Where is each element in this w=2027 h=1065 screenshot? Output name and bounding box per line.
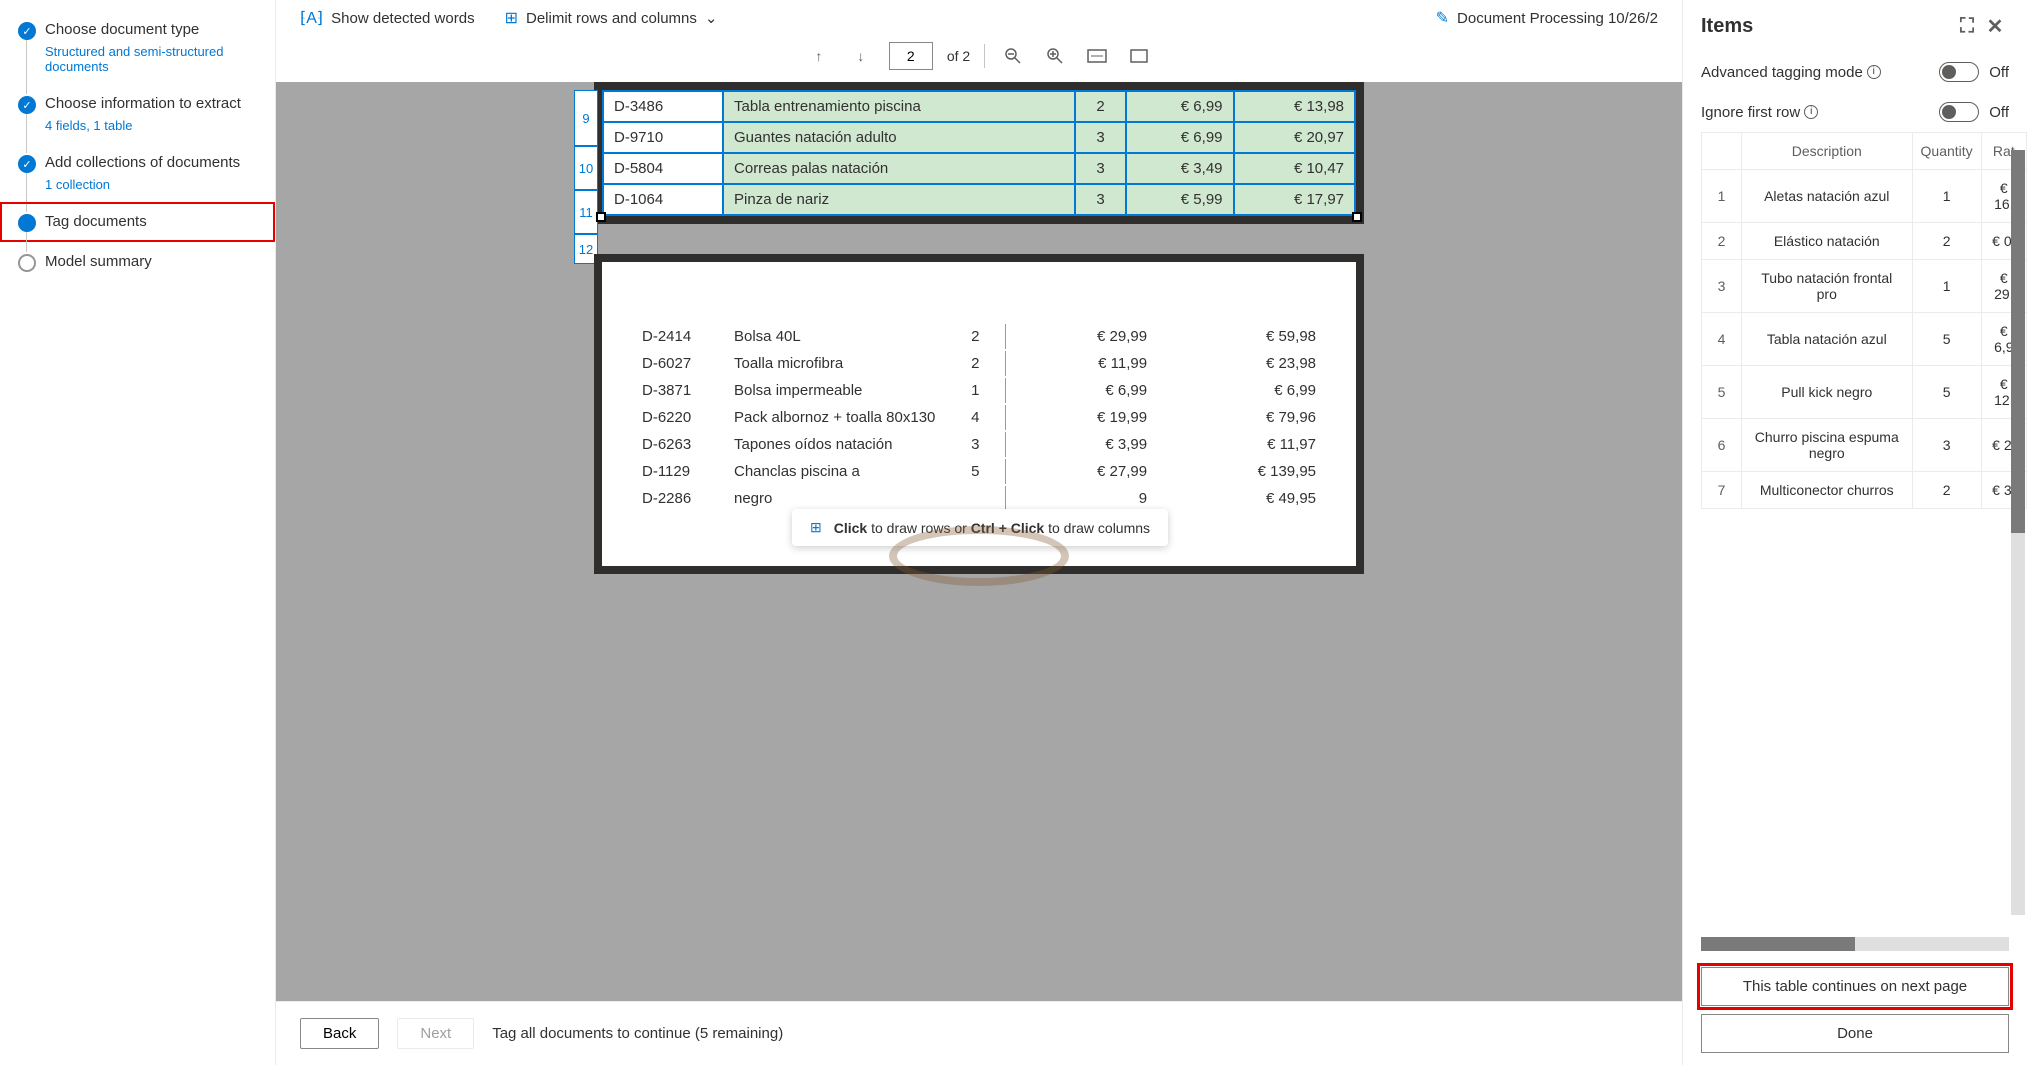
column-header[interactable]: Quantity bbox=[1912, 133, 1981, 170]
canvas[interactable]: 9101112 D-3486Tabla entrenamiento piscin… bbox=[276, 82, 1682, 1001]
step-subtitle: 4 fields, 1 table bbox=[45, 118, 255, 133]
table-row: D-6027Toalla microfibra2€ 11,99€ 23,98 bbox=[634, 351, 1324, 376]
table-row[interactable]: D-5804Correas palas natación3€ 3,49€ 10,… bbox=[603, 153, 1355, 184]
advanced-mode-label: Advanced tagging mode bbox=[1701, 64, 1863, 81]
document-name[interactable]: ✎ Document Processing 10/26/2 bbox=[1436, 8, 1658, 28]
step-dot bbox=[18, 254, 36, 272]
step-subtitle: Structured and semi-structured documents bbox=[45, 44, 255, 74]
items-row[interactable]: 3Tubo natación frontal pro1€ 29, bbox=[1702, 260, 2027, 313]
wizard-sidebar: ✓ Choose document type Structured and semi… bbox=[0, 0, 275, 1065]
doc-name-label: Document Processing 10/26/2 bbox=[1457, 10, 1658, 27]
table-row: D-3871Bolsa impermeable1€ 6,99€ 6,99 bbox=[634, 378, 1324, 403]
delimit-label: Delimit rows and columns bbox=[526, 10, 697, 27]
items-row[interactable]: 5Pull kick negro5€ 12, bbox=[1702, 366, 2027, 419]
step-title: Add collections of documents bbox=[45, 153, 255, 173]
wizard-footer: Back Next Tag all documents to continue … bbox=[276, 1001, 1682, 1065]
back-button[interactable]: Back bbox=[300, 1018, 379, 1049]
ignore-first-row-label: Ignore first row bbox=[1701, 104, 1800, 121]
column-header[interactable]: Description bbox=[1742, 133, 1913, 170]
chevron-down-icon: ⌄ bbox=[705, 9, 718, 27]
footer-message: Tag all documents to continue (5 remaini… bbox=[492, 1025, 783, 1042]
resize-handle-sw[interactable] bbox=[596, 212, 606, 222]
wizard-step[interactable]: ✓ Choose document type Structured and semi… bbox=[0, 10, 275, 84]
panel-title: Items bbox=[1701, 15, 1753, 38]
step-title: Choose document type bbox=[45, 20, 255, 40]
row-number-badge[interactable]: 9 bbox=[574, 90, 598, 146]
show-detected-words-button[interactable]: ⁅A⁆ Show detected words bbox=[300, 8, 475, 28]
items-row[interactable]: 4Tabla natación azul5€ 6,9 bbox=[1702, 313, 2027, 366]
step-title: Tag documents bbox=[45, 212, 255, 232]
check-icon: ✓ bbox=[18, 96, 36, 114]
page-of-label: of 2 bbox=[947, 48, 970, 64]
table-row: D-6220Pack albornoz + toalla 80x1304€ 19… bbox=[634, 405, 1324, 430]
items-row[interactable]: 1Aletas natación azul1€ 16, bbox=[1702, 170, 2027, 223]
table-row: D-2286negro9€ 49,95 bbox=[634, 486, 1324, 511]
step-title: Choose information to extract bbox=[45, 94, 255, 114]
wizard-step[interactable]: Model summary bbox=[0, 242, 275, 282]
coffee-stain bbox=[889, 526, 1069, 586]
table-row[interactable]: D-1064Pinza de nariz3€ 5,99€ 17,97 bbox=[603, 184, 1355, 215]
page-up-button[interactable]: ↑ bbox=[805, 42, 833, 70]
top-toolbar: ⁅A⁆ Show detected words ⊞ Delimit rows a… bbox=[276, 0, 1682, 36]
advanced-mode-toggle[interactable] bbox=[1939, 62, 1979, 82]
expand-icon[interactable]: ⛶ bbox=[1953, 12, 1981, 40]
table-row[interactable]: D-9710Guantes natación adulto3€ 6,99€ 20… bbox=[603, 122, 1355, 153]
table-row: D-1129Chanclas piscina a5€ 27,99€ 139,95 bbox=[634, 459, 1324, 484]
page-down-button[interactable]: ↓ bbox=[847, 42, 875, 70]
table-icon: ⊞ bbox=[810, 519, 822, 536]
done-button[interactable]: Done bbox=[1701, 1014, 2009, 1053]
wizard-step[interactable]: ✓ Choose information to extract 4 fields, … bbox=[0, 84, 275, 143]
table-row: D-2414Bolsa 40L2€ 29,99€ 59,98 bbox=[634, 324, 1324, 349]
adv-off-label: Off bbox=[1989, 64, 2009, 81]
table-row: D-6263Tapones oídos natación3€ 3,99€ 11,… bbox=[634, 432, 1324, 457]
items-table-wrap: DescriptionQuantityRat1Aletas natación a… bbox=[1683, 132, 2027, 933]
items-panel: Items ⛶ ✕ Advanced tagging mode i Off Ig… bbox=[1682, 0, 2027, 1065]
table-continues-button[interactable]: This table continues on next page bbox=[1701, 967, 2009, 1006]
fit-width-button[interactable] bbox=[1083, 42, 1111, 70]
column-header[interactable] bbox=[1702, 133, 1742, 170]
page-toolbar: ↑ ↓ of 2 bbox=[276, 36, 1682, 82]
vertical-scrollbar[interactable] bbox=[2011, 150, 2025, 915]
step-dot bbox=[18, 214, 36, 232]
check-icon: ✓ bbox=[18, 155, 36, 173]
items-row[interactable]: 6Churro piscina espuma negro3€ 2, bbox=[1702, 419, 2027, 472]
close-icon[interactable]: ✕ bbox=[1981, 12, 2009, 40]
check-icon: ✓ bbox=[18, 22, 36, 40]
step-title: Model summary bbox=[45, 252, 255, 272]
horizontal-scrollbar[interactable] bbox=[1701, 937, 2009, 951]
items-row[interactable]: 7Multiconector churros2€ 3, bbox=[1702, 472, 2027, 509]
document-area: ⁅A⁆ Show detected words ⊞ Delimit rows a… bbox=[275, 0, 1682, 1065]
info-icon[interactable]: i bbox=[1804, 105, 1818, 119]
wizard-step[interactable]: Tag documents bbox=[0, 202, 275, 242]
fit-page-button[interactable] bbox=[1125, 42, 1153, 70]
table-icon: ⊞ bbox=[505, 8, 518, 28]
tip-click: Click bbox=[834, 520, 867, 536]
tagged-table[interactable]: D-3486Tabla entrenamiento piscina2€ 6,99… bbox=[602, 90, 1356, 216]
pencil-icon: ✎ bbox=[1436, 8, 1449, 28]
step-subtitle: 1 collection bbox=[45, 177, 255, 192]
table-row[interactable]: D-3486Tabla entrenamiento piscina2€ 6,99… bbox=[603, 91, 1355, 122]
row-number-badge[interactable]: 11 bbox=[574, 190, 598, 234]
resize-handle-se[interactable] bbox=[1352, 212, 1362, 222]
delimit-rows-columns-button[interactable]: ⊞ Delimit rows and columns ⌄ bbox=[505, 8, 718, 28]
ignore-off-label: Off bbox=[1989, 104, 2009, 121]
items-row[interactable]: 2Elástico natación2€ 0, bbox=[1702, 223, 2027, 260]
document-page-1-bottom: 9101112 D-3486Tabla entrenamiento piscin… bbox=[594, 82, 1364, 224]
zoom-in-button[interactable] bbox=[1041, 42, 1069, 70]
document-page-2: D-2414Bolsa 40L2€ 29,99€ 59,98D-6027Toal… bbox=[594, 254, 1364, 574]
untagged-table: D-2414Bolsa 40L2€ 29,99€ 59,98D-6027Toal… bbox=[632, 322, 1326, 513]
wizard-step[interactable]: ✓ Add collections of documents 1 collectio… bbox=[0, 143, 275, 202]
items-table[interactable]: DescriptionQuantityRat1Aletas natación a… bbox=[1701, 132, 2027, 509]
row-number-badge[interactable]: 10 bbox=[574, 146, 598, 190]
next-button: Next bbox=[397, 1018, 474, 1049]
zoom-out-button[interactable] bbox=[999, 42, 1027, 70]
ignore-first-row-toggle[interactable] bbox=[1939, 102, 1979, 122]
show-words-label: Show detected words bbox=[331, 10, 474, 27]
page-number-input[interactable] bbox=[889, 42, 933, 70]
info-icon[interactable]: i bbox=[1867, 65, 1881, 79]
text-icon: ⁅A⁆ bbox=[300, 8, 323, 28]
